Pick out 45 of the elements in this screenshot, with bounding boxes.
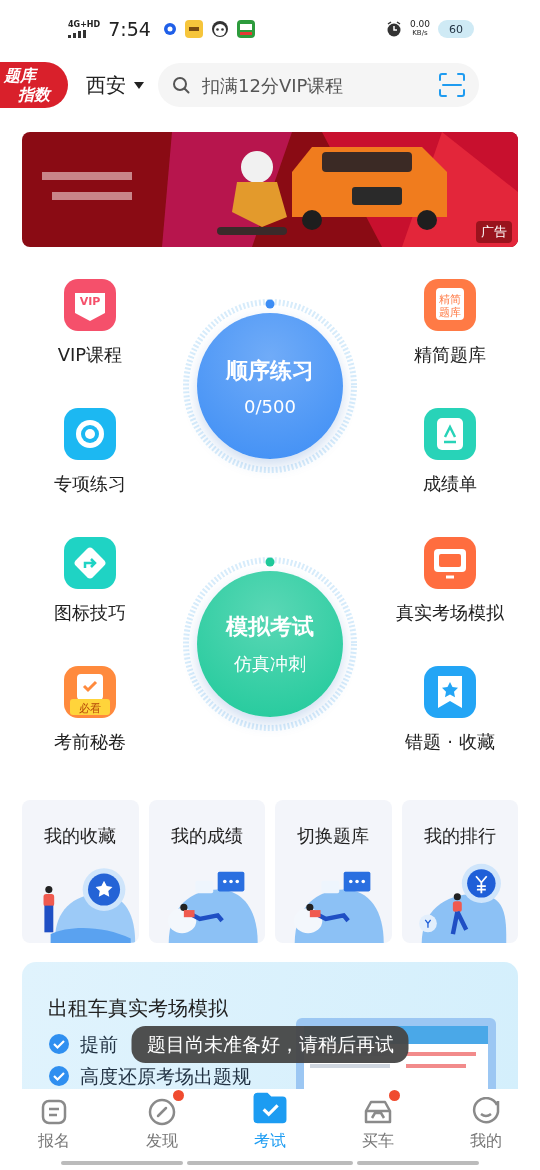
promo-title: 出租车真实考场模拟 — [48, 995, 229, 1022]
nav-tab[interactable]: 发现 — [108, 1089, 216, 1152]
search-field[interactable]: 扣满12分VIP课程 — [200, 73, 429, 97]
search-bar[interactable]: 扣满12分VIP课程 — [158, 63, 479, 107]
feature-icon: 精简题库 — [424, 279, 476, 331]
feature-icon: VIP — [64, 279, 116, 331]
caret-icon — [134, 81, 144, 89]
feature-button[interactable]: 错题 · 收藏 — [405, 657, 495, 754]
network-speed: 0.00 — [409, 20, 430, 29]
signal-icon — [68, 30, 86, 38]
shortcut-card[interactable]: 切换题库 — [275, 800, 392, 943]
scan-icon[interactable] — [439, 73, 465, 97]
shortcut-card[interactable]: 我的排行 — [401, 800, 518, 943]
feature-button[interactable]: 精简题库 精简题库 — [414, 270, 486, 367]
nav-tab[interactable]: 报名 — [0, 1089, 108, 1152]
network-type: 4G+HD — [68, 20, 101, 29]
bullet-text: 高度还原考场出题规 — [80, 1064, 251, 1088]
feature-button[interactable]: 成绩单 — [423, 399, 477, 496]
city-selector[interactable]: 西安 — [86, 71, 144, 99]
ad-label: 广告 — [476, 221, 512, 243]
tab-icon — [147, 1097, 177, 1127]
battery-icon: 60 — [438, 20, 474, 38]
search-icon — [172, 76, 190, 94]
feature-button[interactable]: 必看 考前秘卷 — [54, 657, 126, 754]
feature-button[interactable]: 专项练习 — [54, 399, 126, 496]
shortcut-card[interactable]: 我的成绩 — [148, 800, 265, 943]
feature-button[interactable]: 真实考场模拟 — [396, 528, 504, 625]
check-icon — [48, 1033, 70, 1055]
app-notification-icon — [210, 20, 229, 38]
check-icon — [48, 1065, 70, 1087]
shortcut-card[interactable]: 我的收藏 — [22, 800, 139, 943]
nav-tab[interactable]: 买车 — [324, 1089, 432, 1152]
feature-button[interactable]: VIP VIP课程 — [57, 270, 123, 367]
feature-button[interactable]: 图标技巧 — [54, 528, 126, 625]
alarm-icon — [385, 21, 402, 37]
app-notification-icon — [184, 20, 203, 38]
tab-icon — [39, 1097, 69, 1127]
app-notification-icon — [162, 22, 177, 36]
clock-time: 7:54 — [108, 18, 151, 40]
nav-tab[interactable]: 我的 — [432, 1089, 540, 1152]
toast-message: 题目尚未准备好，请稍后再试 — [131, 1026, 409, 1063]
bullet-text: 提前 — [80, 1032, 118, 1056]
feature-icon: 必看 — [64, 666, 116, 718]
app-notification-icon — [236, 20, 255, 38]
logo-badge: 题库 指数 — [0, 62, 68, 108]
